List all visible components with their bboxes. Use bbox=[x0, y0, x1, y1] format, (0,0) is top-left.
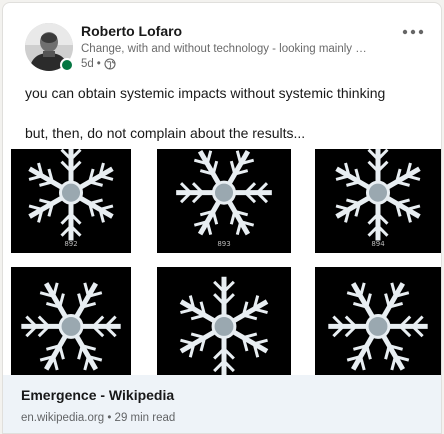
link-preview-card[interactable]: Emergence - Wikipedia en.wikipedia.org •… bbox=[3, 375, 441, 433]
link-separator: • bbox=[107, 412, 112, 424]
link-subtitle: en.wikipedia.org • 29 min read bbox=[21, 412, 175, 424]
online-status-indicator bbox=[60, 58, 74, 72]
post-text-line: but, then, do not complain about the res… bbox=[25, 125, 306, 141]
meta-separator: • bbox=[96, 58, 101, 70]
snowflake-photo: 894 bbox=[315, 149, 441, 253]
snowflake-photo bbox=[11, 267, 131, 375]
plate-number: 894 bbox=[371, 240, 385, 248]
link-domain: en.wikipedia.org bbox=[21, 412, 105, 424]
post-text-line: you can obtain systemic impacts without … bbox=[25, 85, 386, 101]
post-age: 5d bbox=[81, 58, 94, 70]
author-name[interactable]: Roberto Lofaro bbox=[81, 23, 182, 39]
post-header: Roberto Lofaro Change, with and without … bbox=[3, 3, 441, 77]
globe-icon bbox=[104, 58, 116, 70]
link-title[interactable]: Emergence - Wikipedia bbox=[21, 387, 174, 403]
snowflake-photo: 892 bbox=[11, 149, 131, 253]
snowflake-photo bbox=[157, 267, 291, 375]
plate-number: 893 bbox=[217, 240, 230, 248]
post-meta: 5d • bbox=[81, 58, 116, 70]
feed-post-card: Roberto Lofaro Change, with and without … bbox=[2, 2, 442, 434]
snowflake-photo: 893 bbox=[157, 149, 291, 253]
link-preview-image[interactable]: 892 893 894 bbox=[3, 149, 441, 375]
more-options-icon[interactable] bbox=[397, 20, 429, 44]
author-headline: Change, with and without technology - lo… bbox=[81, 43, 367, 55]
plate-number: 892 bbox=[64, 240, 77, 248]
link-read-time: 29 min read bbox=[114, 412, 176, 424]
snowflake-photo bbox=[315, 267, 441, 375]
